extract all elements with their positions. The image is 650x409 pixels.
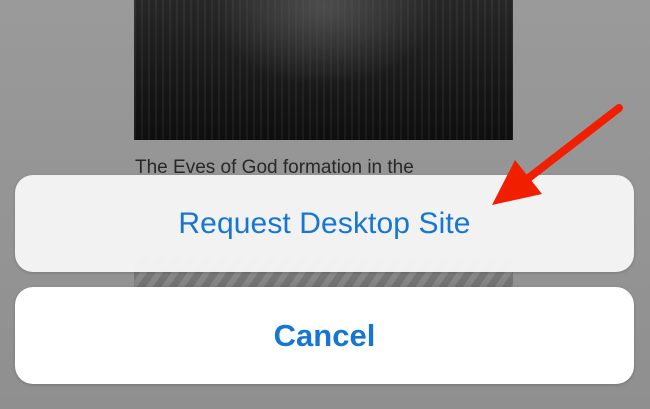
request-desktop-site-label: Request Desktop Site (178, 206, 471, 240)
request-desktop-site-button[interactable]: Request Desktop Site (15, 175, 634, 272)
cancel-button[interactable]: Cancel (15, 287, 634, 384)
cancel-label: Cancel (273, 317, 376, 353)
ios-screen: The Eves of God formation in the Request… (0, 0, 650, 409)
